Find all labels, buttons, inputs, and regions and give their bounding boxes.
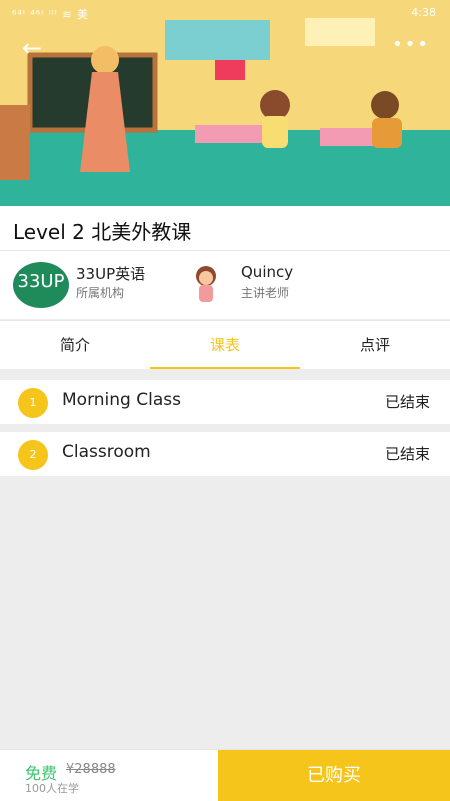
org-role: 所属机构 [76,286,125,300]
org-logo[interactable]: 33UP [13,262,69,308]
course-meta: 33UP 33UP英语 所属机构 Quincy 主讲老师 [0,251,450,319]
active-tab-indicator [150,367,300,369]
course-title: Level 2 北美外教课 [13,220,192,244]
lesson-status: 已结束 [384,445,430,463]
lesson-row[interactable]: 1 Morning Class 已结束 [0,380,450,424]
teacher-role: 主讲老师 [241,286,290,300]
status-bar: ⁶⁴ᴵ ⁴⁶ᴵ ᴵᴵᴵ ≋ 美 4:38 [0,0,450,26]
classroom-illustration [0,0,450,206]
more-icon[interactable]: ••• [392,34,430,55]
back-arrow-icon[interactable]: ← [22,34,42,62]
lesson-name: Classroom [62,442,151,462]
tab-schedule[interactable]: 课表 [150,321,300,369]
lesson-number-badge: 2 [18,440,48,470]
course-tabs: 简介 课表 点评 [0,320,450,369]
lesson-number-badge: 1 [18,388,48,418]
tab-reviews[interactable]: 点评 [300,321,450,369]
lesson-row[interactable]: 2 Classroom 已结束 [0,432,450,476]
status-left: ⁶⁴ᴵ ⁴⁶ᴵ ᴵᴵᴵ ≋ 美 [12,8,90,21]
lesson-name: Morning Class [62,390,181,410]
learner-count: 100人在学 [25,782,79,795]
course-banner: ⁶⁴ᴵ ⁴⁶ᴵ ᴵᴵᴵ ≋ 美 4:38 ← ••• [0,0,450,206]
course-title-bar: Level 2 北美外教课 [0,206,450,251]
teacher-name[interactable]: Quincy [241,263,293,281]
tab-intro[interactable]: 简介 [0,321,150,369]
purchase-bar: 免费 ¥28888 100人在学 已购买 [0,749,450,801]
lesson-status: 已结束 [384,393,430,411]
teacher-avatar[interactable] [187,263,225,308]
org-name[interactable]: 33UP英语 [76,263,145,284]
purchased-button[interactable]: 已购买 [218,750,450,801]
original-price: ¥28888 [66,762,116,777]
status-time: 4:38 [411,6,436,19]
